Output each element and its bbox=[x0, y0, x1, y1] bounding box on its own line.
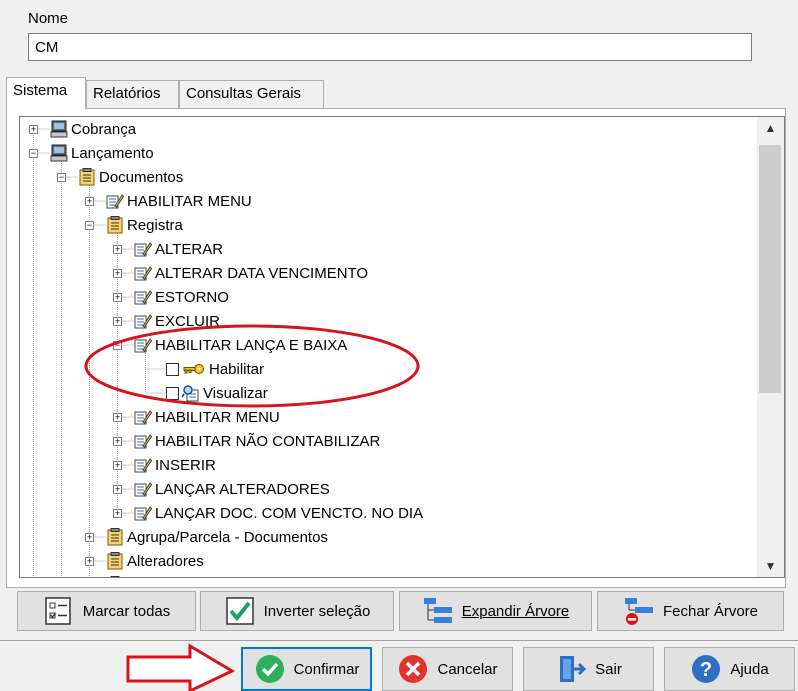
expand-toggle[interactable]: + bbox=[113, 509, 122, 518]
edit-document-icon bbox=[134, 434, 152, 449]
button-label: Confirmar bbox=[293, 660, 360, 678]
confirmar-button[interactable]: Confirmar bbox=[241, 647, 372, 691]
tree-node-label: Documentos bbox=[99, 168, 184, 186]
collapse-tree-icon bbox=[624, 598, 653, 625]
tree-node-alterar[interactable]: ALTERAR bbox=[134, 238, 223, 260]
tree-node-registra[interactable]: Registra bbox=[106, 214, 183, 236]
vertical-scrollbar[interactable]: ▲ ▼ bbox=[757, 117, 784, 577]
checklist-icon bbox=[44, 597, 71, 625]
expandir-arvore-button[interactable]: Expandir Árvore bbox=[399, 591, 592, 631]
button-label: Fechar Árvore bbox=[662, 602, 759, 620]
svg-text:?: ? bbox=[700, 659, 712, 681]
edit-document-icon bbox=[134, 506, 152, 521]
tree-node-label: Agrupa/Parcela - Documentos bbox=[127, 528, 328, 546]
exit-door-icon bbox=[560, 656, 587, 682]
expand-toggle[interactable]: + bbox=[85, 197, 94, 206]
clipboard-icon bbox=[110, 576, 120, 577]
tree-node-cobranca[interactable]: Cobrança bbox=[50, 118, 136, 140]
expand-toggle[interactable]: + bbox=[85, 557, 94, 566]
annotation-arrow bbox=[126, 643, 236, 691]
clipboard-icon bbox=[107, 552, 123, 570]
scroll-thumb[interactable] bbox=[759, 145, 781, 393]
tree-node-label: Registra bbox=[127, 216, 183, 234]
expand-toggle[interactable]: + bbox=[113, 413, 122, 422]
expand-toggle[interactable]: + bbox=[29, 125, 38, 134]
tree-node-label: Cobrança bbox=[71, 120, 137, 138]
button-label: Sair bbox=[595, 660, 622, 678]
edit-document-icon bbox=[134, 482, 152, 497]
edit-document-icon bbox=[106, 194, 124, 209]
annotation-ellipse bbox=[84, 324, 420, 408]
ajuda-button[interactable]: ? Ajuda bbox=[664, 647, 795, 691]
tree-node-habilitar-menu[interactable]: HABILITAR MENU bbox=[106, 190, 252, 212]
tree-node-label: ESTORNO bbox=[155, 288, 229, 306]
expand-toggle[interactable]: + bbox=[113, 461, 122, 470]
button-label: Inverter seleção bbox=[263, 602, 371, 620]
tab-consultas-gerais[interactable]: Consultas Gerais bbox=[179, 80, 324, 108]
marcar-todas-button[interactable]: Marcar todas bbox=[17, 591, 196, 631]
help-icon: ? bbox=[692, 655, 721, 683]
edit-document-icon bbox=[134, 458, 152, 473]
scroll-down-arrow-icon[interactable]: ▼ bbox=[757, 555, 784, 577]
button-label: Ajuda bbox=[730, 660, 769, 678]
tree-node-lancar-alteradores[interactable]: LANÇAR ALTERADORES bbox=[134, 478, 330, 500]
expand-toggle[interactable]: + bbox=[113, 245, 122, 254]
tree-node-label: ALTERAR DATA VENCIMENTO bbox=[155, 264, 369, 282]
tree-node-lancar-doc-vencto[interactable]: LANÇAR DOC. COM VENCTO. NO DIA bbox=[134, 502, 423, 524]
tab-sistema[interactable]: Sistema bbox=[6, 77, 86, 109]
tree-node-habilitar-nao-contabilizar[interactable]: HABILITAR NÃO CONTABILIZAR bbox=[134, 430, 380, 452]
tree-node-alteradores[interactable]: Alteradores bbox=[106, 550, 204, 572]
tree-node-partial bbox=[106, 574, 127, 577]
checkbox-checked-icon bbox=[225, 597, 254, 625]
expand-toggle[interactable]: + bbox=[113, 437, 122, 446]
tree-node-lancamento[interactable]: Lançamento bbox=[50, 142, 154, 164]
tree-node-label: LANÇAR ALTERADORES bbox=[155, 480, 330, 498]
cancel-circle-icon bbox=[399, 655, 428, 683]
tree-node-label: HABILITAR MENU bbox=[127, 192, 252, 210]
edit-document-icon bbox=[134, 290, 152, 305]
tree-node-label: Alteradores bbox=[127, 552, 204, 570]
tree-node-label: ALTERAR bbox=[155, 240, 224, 258]
expand-toggle[interactable]: + bbox=[113, 485, 122, 494]
edit-document-icon bbox=[134, 266, 152, 281]
computer-icon bbox=[50, 120, 68, 138]
tree-node-label: HABILITAR NÃO CONTABILIZAR bbox=[155, 432, 381, 450]
clipboard-icon bbox=[79, 168, 95, 186]
name-input[interactable] bbox=[28, 33, 752, 61]
tree-node-inserir[interactable]: INSERIR bbox=[134, 454, 216, 476]
edit-document-icon bbox=[134, 242, 152, 257]
scroll-up-arrow-icon[interactable]: ▲ bbox=[757, 117, 784, 139]
tree-node-label: LANÇAR DOC. COM VENCTO. NO DIA bbox=[155, 504, 424, 522]
tab-relatorios[interactable]: Relatórios bbox=[86, 80, 179, 108]
collapse-toggle[interactable]: − bbox=[57, 173, 66, 182]
tree-node-documentos[interactable]: Documentos bbox=[78, 166, 183, 188]
tree-node-agrupa-parcela[interactable]: Agrupa/Parcela - Documentos bbox=[106, 526, 328, 548]
expand-tree-icon bbox=[423, 598, 452, 623]
expand-toggle[interactable]: + bbox=[113, 293, 122, 302]
button-label: Marcar todas bbox=[82, 602, 171, 620]
sair-button[interactable]: Sair bbox=[523, 647, 654, 691]
tree-node-estorno[interactable]: ESTORNO bbox=[134, 286, 229, 308]
cancelar-button[interactable]: Cancelar bbox=[382, 647, 513, 691]
inverter-selecao-button[interactable]: Inverter seleção bbox=[200, 591, 394, 631]
check-circle-icon bbox=[255, 655, 284, 683]
clipboard-icon bbox=[107, 216, 123, 234]
button-label: Cancelar bbox=[437, 660, 498, 678]
tree-node-label: INSERIR bbox=[155, 456, 216, 474]
collapse-toggle[interactable]: − bbox=[85, 221, 94, 230]
name-label: Nome bbox=[28, 10, 69, 27]
expand-toggle[interactable]: + bbox=[113, 269, 122, 278]
collapse-toggle[interactable]: − bbox=[29, 149, 38, 158]
tree-node-label: Lançamento bbox=[71, 144, 154, 162]
clipboard-icon bbox=[107, 528, 123, 546]
button-label: Expandir Árvore bbox=[461, 602, 570, 620]
expand-toggle[interactable]: + bbox=[85, 533, 94, 542]
computer-icon bbox=[50, 144, 68, 162]
fechar-arvore-button[interactable]: Fechar Árvore bbox=[597, 591, 784, 631]
divider bbox=[0, 640, 798, 641]
tree-node-alterar-data-vencimento[interactable]: ALTERAR DATA VENCIMENTO bbox=[134, 262, 368, 284]
